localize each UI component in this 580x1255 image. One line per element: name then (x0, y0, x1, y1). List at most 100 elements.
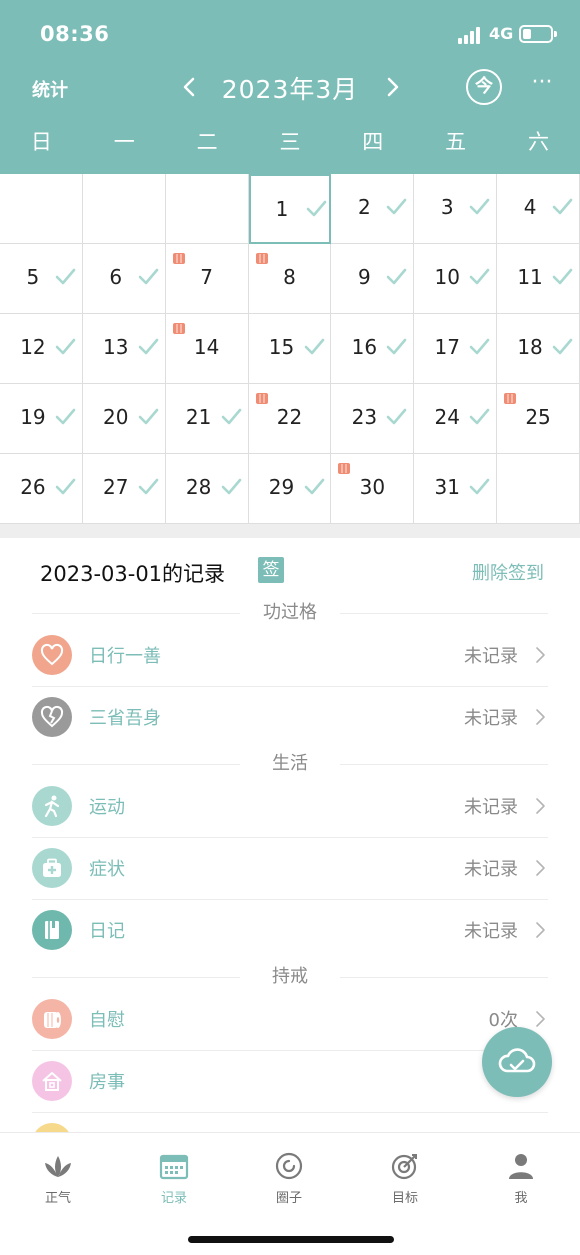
status-time: 08:36 (40, 22, 110, 46)
checkmark-icon (385, 406, 407, 428)
row-value: 未记录 (464, 646, 518, 667)
person-icon (481, 1151, 561, 1181)
calendar-day[interactable]: 24 (414, 384, 498, 454)
calendar-day[interactable]: 14 (165, 314, 249, 384)
heart-icon (32, 635, 72, 675)
calendar-day[interactable]: 2 (331, 174, 415, 244)
weekday-label: 日 (30, 130, 52, 154)
next-month-button[interactable] (377, 72, 407, 102)
calendar-grid: 1 2 3 4 5 6 7 8 9 10 11 12 13 14 15 16 17 18 19 20 21 22 23 24 2… (0, 174, 580, 524)
row-value: 未记录 (464, 797, 518, 818)
checkmark-icon (54, 406, 76, 428)
row-exercise[interactable]: 运动 未记录 (32, 776, 548, 838)
row-diary[interactable]: 日记 未记录 (32, 900, 548, 962)
tab-zhengqi[interactable]: 正气 (18, 1151, 98, 1211)
checkmark-icon (54, 336, 76, 358)
calendar-day[interactable]: 20 (82, 384, 166, 454)
calendar-day[interactable]: 8 (248, 244, 332, 314)
row-masturbation[interactable]: 自慰 0次 (32, 989, 548, 1051)
row-label: 房事 (89, 1072, 125, 1093)
calendar-day[interactable]: 26 (0, 454, 83, 524)
calendar-day[interactable]: 23 (331, 384, 415, 454)
calendar-day[interactable]: 17 (414, 314, 498, 384)
calendar-day[interactable]: 1 (248, 174, 332, 244)
calendar-empty-cell (165, 174, 249, 244)
tab-label: 我 (514, 1191, 528, 1206)
calendar-icon (134, 1151, 214, 1181)
tab-label: 记录 (160, 1191, 187, 1206)
row-good-deed[interactable]: 日行一善 未记录 (32, 625, 548, 687)
house-icon (32, 1061, 72, 1101)
checkmark-icon (468, 336, 490, 358)
chevron-left-icon (183, 77, 195, 97)
calendar-day[interactable]: 31 (414, 454, 498, 524)
section-label: 持戒 (32, 962, 548, 992)
calendar-day[interactable]: 29 (248, 454, 332, 524)
calendar-nav: 统计 2023年3月 今 ··· (0, 64, 580, 112)
chevron-right-icon (534, 708, 546, 726)
calendar-day[interactable]: 19 (0, 384, 83, 454)
chevron-right-icon (534, 1010, 546, 1028)
calendar-day[interactable]: 5 (0, 244, 83, 314)
calendar-day[interactable]: 27 (82, 454, 166, 524)
calendar-day[interactable]: 3 (414, 174, 498, 244)
day-number: 30 (359, 475, 386, 499)
cloud-sync-button[interactable] (482, 1027, 552, 1097)
calendar-day[interactable]: 10 (414, 244, 498, 314)
calendar-day[interactable]: 28 (165, 454, 249, 524)
row-self-reflect[interactable]: 三省吾身 未记录 (32, 687, 548, 749)
row-label: 日行一善 (89, 646, 161, 667)
row-label: 自慰 (89, 1010, 125, 1031)
home-indicator (188, 1236, 394, 1243)
section-label: 生活 (32, 749, 548, 779)
cloud-check-icon (498, 1048, 536, 1073)
tab-circle[interactable]: 圈子 (249, 1151, 329, 1211)
delete-sign-button[interactable]: 删除签到 (472, 559, 544, 585)
divider (0, 524, 580, 538)
day-number: 22 (276, 405, 303, 429)
calendar-day[interactable]: 9 (331, 244, 415, 314)
calendar-day[interactable]: 13 (82, 314, 166, 384)
calendar-day[interactable]: 15 (248, 314, 332, 384)
tab-records[interactable]: 记录 (134, 1151, 214, 1211)
tab-goals[interactable]: 目标 (365, 1151, 445, 1211)
checkmark-icon (551, 266, 573, 288)
row-value: 未记录 (464, 921, 518, 942)
calendar-day[interactable]: 11 (497, 244, 580, 314)
calendar-day[interactable]: 12 (0, 314, 83, 384)
calendar-day[interactable]: 22 (248, 384, 332, 454)
calendar-day[interactable]: 6 (82, 244, 166, 314)
stats-button[interactable]: 统计 (32, 76, 68, 102)
calendar-empty-cell (0, 174, 83, 244)
tab-me[interactable]: 我 (481, 1151, 561, 1211)
calendar-day[interactable]: 18 (497, 314, 580, 384)
sign-badge: 签 (258, 557, 284, 583)
row-symptom[interactable]: 症状 未记录 (32, 838, 548, 900)
weekday-label: 五 (445, 130, 467, 154)
row-watch[interactable]: 看黄无 (32, 1113, 548, 1132)
calendar-day[interactable]: 21 (165, 384, 249, 454)
today-button[interactable]: 今 (466, 69, 502, 105)
chevron-right-icon (534, 797, 546, 815)
checkmark-icon (137, 266, 159, 288)
calendar-day[interactable]: 4 (497, 174, 580, 244)
prev-month-button[interactable] (175, 72, 205, 102)
row-intercourse[interactable]: 房事 (32, 1051, 548, 1113)
calendar-day[interactable]: 16 (331, 314, 415, 384)
calendar-day[interactable]: 7 (165, 244, 249, 314)
checkmark-icon (303, 476, 325, 498)
calendar-empty-cell (497, 454, 580, 524)
book-icon (32, 910, 72, 950)
running-icon (32, 786, 72, 826)
row-value: 未记录 (464, 859, 518, 880)
section-label: 功过格 (32, 598, 548, 628)
checkmark-icon (385, 266, 407, 288)
calendar-day[interactable]: 30 (331, 454, 415, 524)
row-label: 三省吾身 (89, 708, 161, 729)
toilet-roll-icon (255, 250, 269, 264)
checkmark-icon (385, 196, 407, 218)
month-title: 2023年3月 (221, 75, 359, 104)
circle-icon (249, 1151, 329, 1181)
more-button[interactable]: ··· (528, 70, 556, 100)
calendar-day[interactable]: 25 (497, 384, 580, 454)
